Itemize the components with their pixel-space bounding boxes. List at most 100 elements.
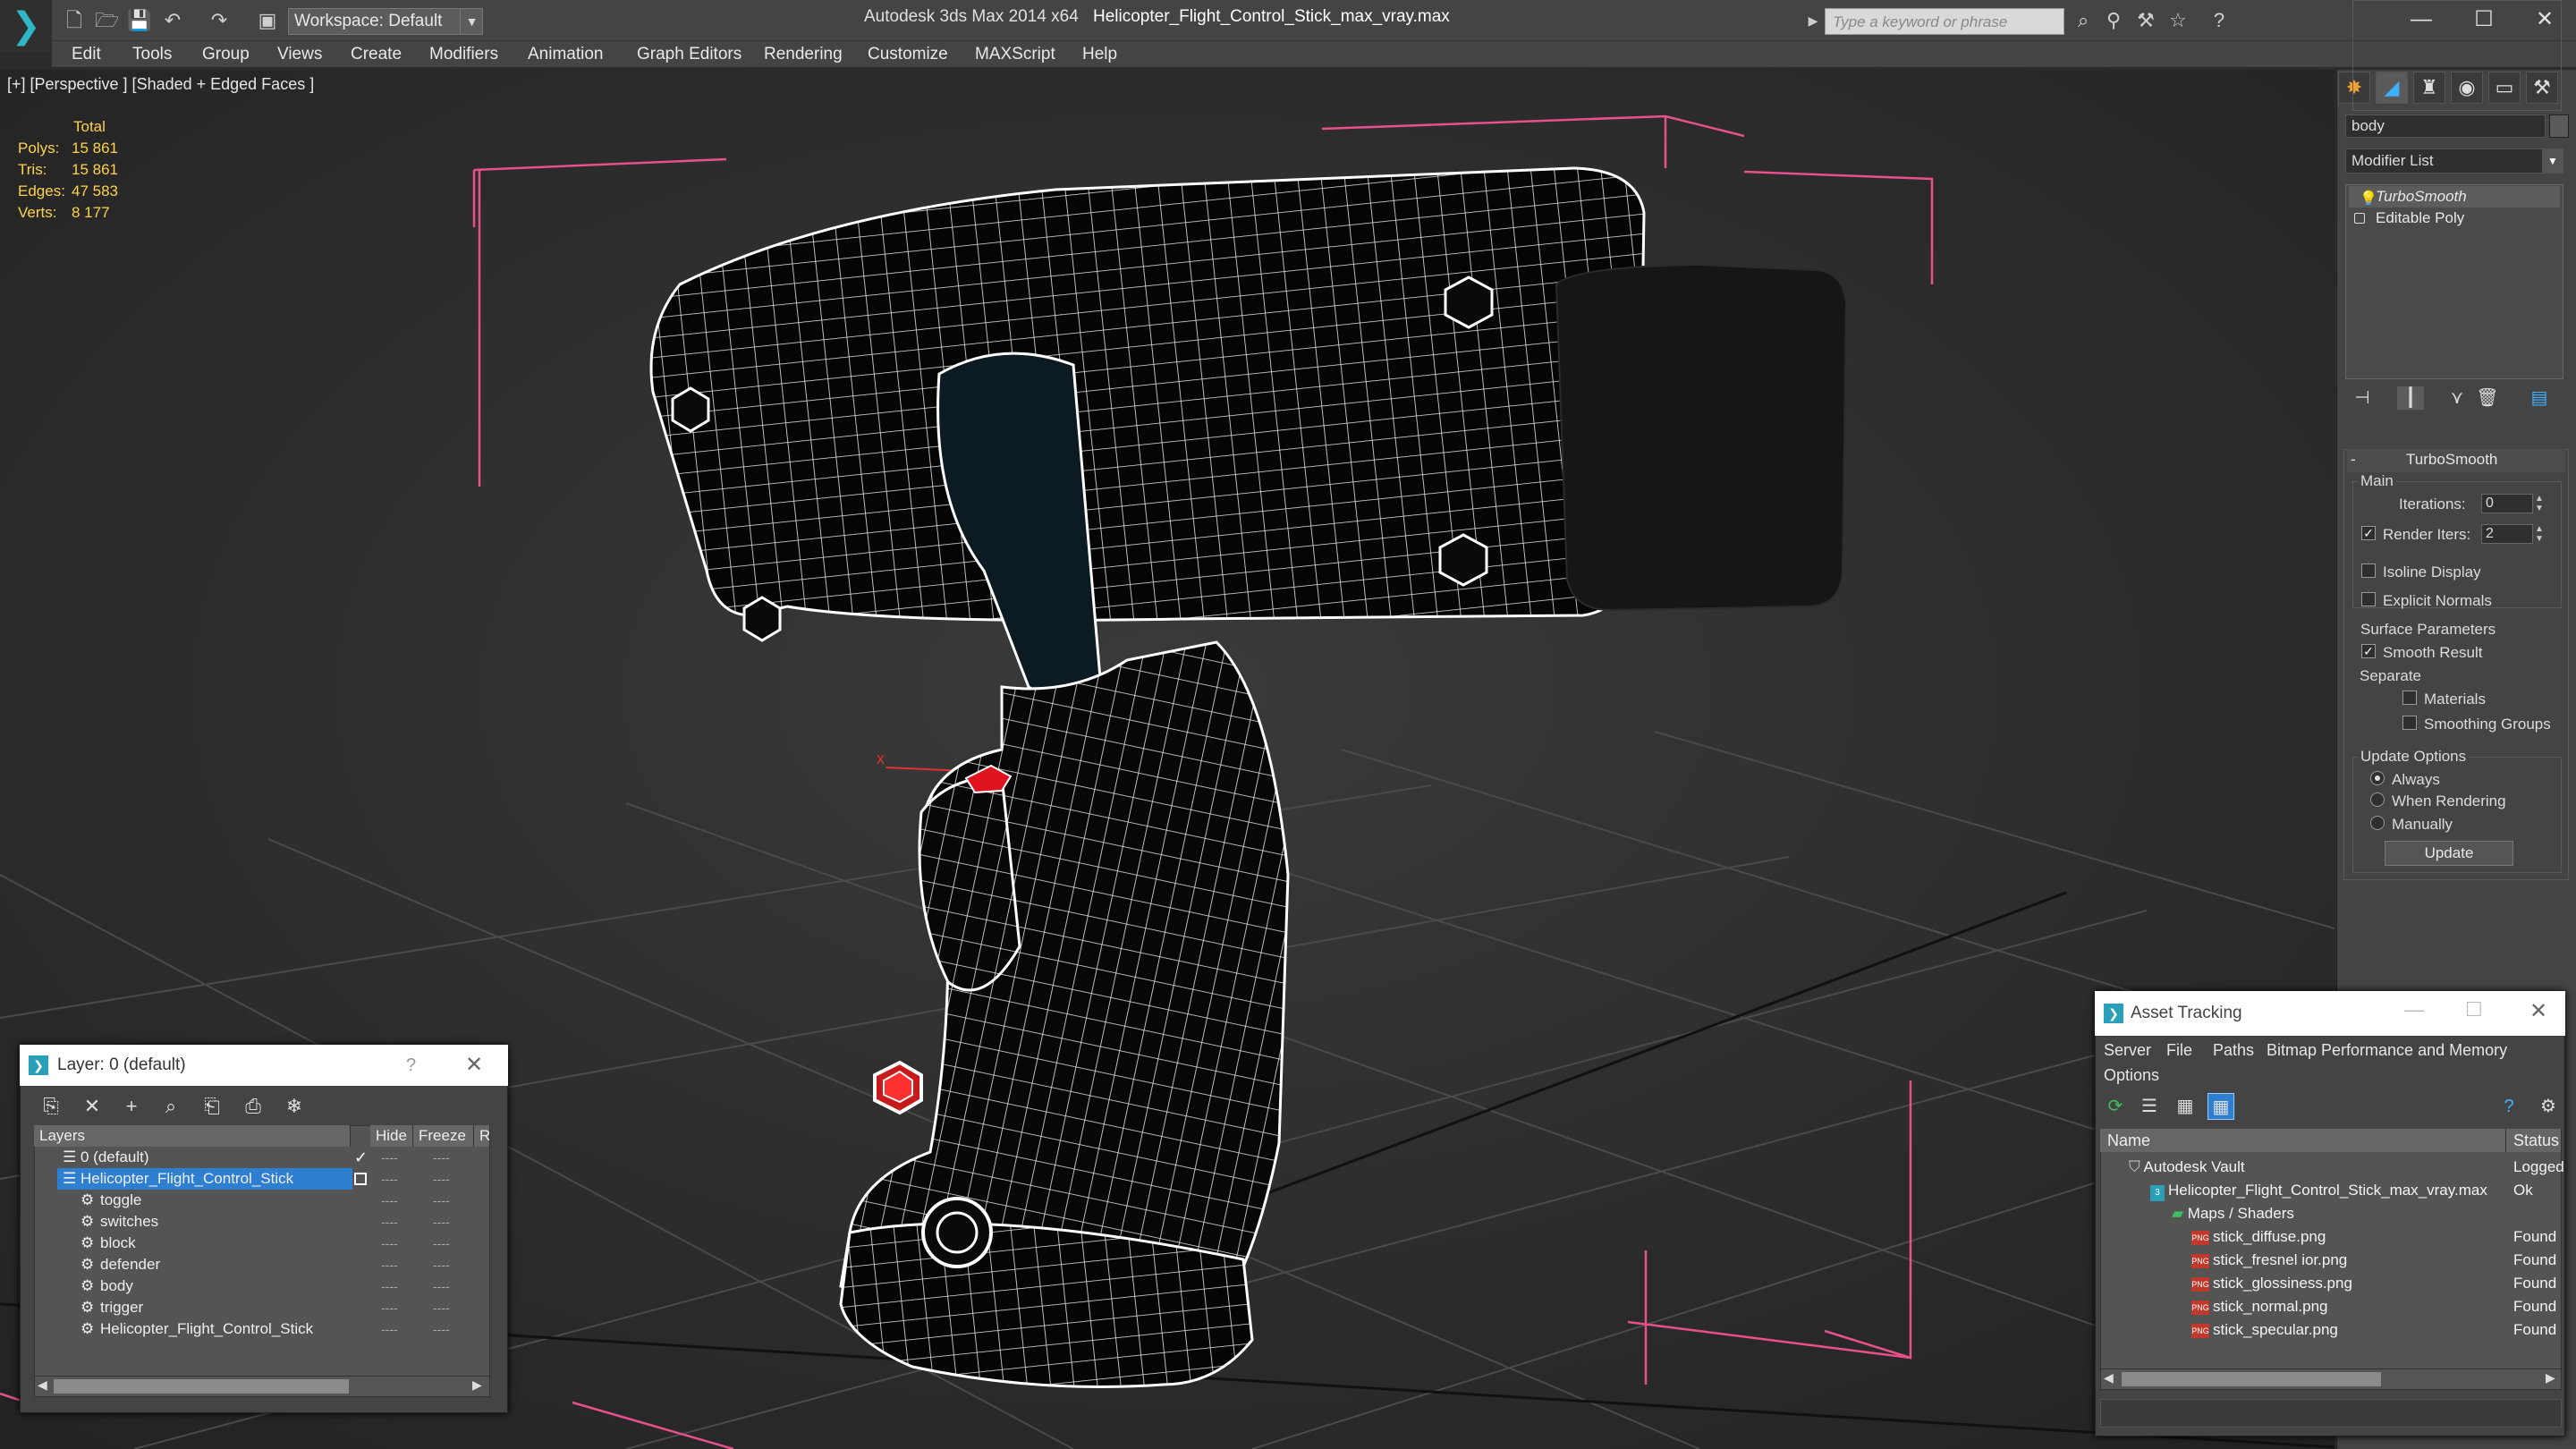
search-input[interactable]: Type a keyword or phrase	[1825, 8, 2064, 35]
col-name[interactable]: Name	[2100, 1129, 2506, 1152]
undo-icon[interactable]: ↶	[161, 9, 184, 32]
when-rendering-radio[interactable]	[2370, 792, 2385, 807]
col-layers[interactable]: Layers	[34, 1125, 351, 1147]
render-iters-checkbox[interactable]: ✓	[2361, 526, 2376, 540]
col-hide[interactable]: Hide	[370, 1125, 413, 1147]
menu-maxscript[interactable]: MAXScript	[975, 41, 1055, 68]
menu-graph-editors[interactable]: Graph Editors	[637, 41, 741, 68]
menu-help[interactable]: Help	[1082, 41, 1117, 68]
menu-rendering[interactable]: Rendering	[764, 41, 843, 68]
iterations-spinner[interactable]: 0	[2481, 494, 2533, 513]
configure-sets-icon[interactable]: ▤	[2526, 386, 2553, 410]
stack-item-turbosmooth[interactable]: TurboSmooth	[2349, 186, 2560, 208]
layer-row[interactable]: ⚙ defender ---- ----	[36, 1254, 488, 1275]
layer-row[interactable]: ⚙ toggle ---- ----	[36, 1190, 488, 1211]
save-icon[interactable]: 💾	[127, 9, 151, 32]
smoothing-groups-checkbox[interactable]	[2402, 716, 2417, 730]
workspace-dropdown-arrow[interactable]: ▼	[458, 8, 483, 35]
asset-menu-options[interactable]: Options	[2104, 1063, 2159, 1088]
rollout-collapse-icon[interactable]: -	[2351, 451, 2356, 469]
spinner-arrows-icon[interactable]: ▲ ▼	[2533, 524, 2546, 544]
scroll-right-icon[interactable]: ▶	[472, 1377, 482, 1393]
asset-menu-paths[interactable]: Paths	[2213, 1038, 2254, 1063]
menu-group[interactable]: Group	[202, 41, 250, 68]
refresh-icon[interactable]: ⟳	[2102, 1093, 2129, 1120]
highlight-layer-icon[interactable]: ⎗	[199, 1093, 225, 1120]
new-file-icon[interactable]: 🗋	[63, 9, 86, 32]
menu-customize[interactable]: Customize	[868, 41, 948, 68]
layer-row[interactable]: ☰ Helicopter_Flight_Control_Stick ---- -…	[36, 1168, 488, 1190]
list-item[interactable]: ⛉ Autodesk Vault	[2129, 1156, 2245, 1179]
isoline-display-checkbox[interactable]	[2361, 564, 2376, 578]
scroll-left-icon[interactable]: ◀	[38, 1377, 47, 1393]
asset-close-button[interactable]: ✕	[2529, 998, 2547, 1024]
col-render[interactable]: R	[474, 1125, 490, 1147]
menu-tools[interactable]: Tools	[132, 41, 172, 68]
search-expand-icon[interactable]: ▶	[1805, 9, 1821, 32]
list-item[interactable]: PNG stick_diffuse.png	[2191, 1225, 2326, 1249]
list-item[interactable]: ▰ Maps / Shaders	[2172, 1202, 2294, 1225]
materials-checkbox[interactable]	[2402, 691, 2417, 705]
list-item[interactable]: 3 Helicopter_Flight_Control_Stick_max_vra…	[2150, 1179, 2487, 1202]
workspace-dropdown[interactable]: Workspace: Default	[288, 8, 483, 35]
help-icon[interactable]: ?	[2207, 9, 2231, 32]
col-status[interactable]: Status	[2506, 1129, 2562, 1152]
asset-scroll-thumb[interactable]	[2122, 1372, 2381, 1386]
layer-dialog-title[interactable]: Layer: 0 (default)	[20, 1045, 508, 1086]
col-freeze[interactable]: Freeze	[413, 1125, 474, 1147]
table-view-icon[interactable]: ▦	[2172, 1093, 2199, 1120]
menu-animation[interactable]: Animation	[528, 41, 604, 68]
create-layer-icon[interactable]: ⎘	[38, 1093, 64, 1120]
expand-toggle-icon[interactable]	[2354, 213, 2365, 224]
grid-view-icon[interactable]: ▦	[2207, 1093, 2234, 1120]
select-objects-icon[interactable]: ⌕	[157, 1093, 184, 1120]
stack-item-editable-poly[interactable]: Editable Poly	[2349, 208, 2560, 229]
spinner-arrows-icon[interactable]: ▲ ▼	[2533, 494, 2546, 513]
menu-views[interactable]: Views	[277, 41, 322, 68]
always-radio[interactable]	[2370, 771, 2385, 785]
communication-center-icon[interactable]: ⚒	[2134, 9, 2157, 32]
modifier-list-dropdown[interactable]: Modifier List	[2345, 148, 2563, 174]
pin-stack-icon[interactable]: ⊣	[2349, 386, 2376, 410]
layer-row[interactable]: ⚙ block ---- ----	[36, 1233, 488, 1254]
asset-menu-file[interactable]: File	[2166, 1038, 2192, 1063]
object-name-field[interactable]: body	[2345, 114, 2546, 138]
menu-modifiers[interactable]: Modifiers	[429, 41, 498, 68]
viewport-label[interactable]: [+] [Perspective ] [Shaded + Edged Faces…	[7, 75, 314, 94]
manually-radio[interactable]	[2370, 816, 2385, 830]
delete-layer-icon[interactable]: ✕	[79, 1093, 106, 1120]
list-item[interactable]: PNG stick_glossiness.png	[2191, 1272, 2352, 1295]
explicit-normals-checkbox[interactable]	[2361, 592, 2376, 606]
menu-edit[interactable]: Edit	[72, 41, 101, 68]
smooth-result-checkbox[interactable]: ✓	[2361, 644, 2376, 658]
asset-menu-server[interactable]: Server	[2104, 1038, 2151, 1063]
list-item[interactable]: PNG stick_fresnel ior.png	[2191, 1249, 2347, 1272]
scroll-right-icon[interactable]: ▶	[2546, 1370, 2555, 1385]
object-color-swatch[interactable]	[2549, 114, 2569, 138]
list-item[interactable]: PNG stick_normal.png	[2191, 1295, 2328, 1318]
layer-row[interactable]: ⚙ trigger ---- ----	[36, 1297, 488, 1318]
layer-row[interactable]: ⚙ Helicopter_Flight_Control_Stick ---- -…	[36, 1318, 488, 1340]
current-layer-check-icon[interactable]: ✓	[354, 1147, 368, 1168]
hide-all-icon[interactable]: ⎙	[240, 1093, 267, 1120]
asset-settings-icon[interactable]: ⚙	[2535, 1093, 2562, 1120]
add-to-layer-icon[interactable]: +	[118, 1093, 145, 1120]
current-layer-box-icon[interactable]	[354, 1173, 367, 1185]
search-tools-icon[interactable]: ⚲	[2102, 9, 2125, 32]
list-item[interactable]: PNG stick_specular.png	[2191, 1318, 2338, 1342]
redo-icon[interactable]: ↷	[208, 9, 231, 32]
asset-maximize-button[interactable]: ☐	[2465, 998, 2483, 1021]
layer-row[interactable]: ☰ 0 (default) ✓ ---- ----	[36, 1147, 488, 1168]
freeze-all-icon[interactable]: ❄	[281, 1093, 308, 1120]
lightbulb-icon[interactable]: 💡	[2360, 190, 2377, 208]
asset-help-icon[interactable]: ?	[2496, 1093, 2522, 1120]
scroll-left-icon[interactable]: ◀	[2104, 1370, 2114, 1385]
update-button[interactable]: Update	[2385, 841, 2513, 866]
make-unique-icon[interactable]: ⋎	[2444, 386, 2470, 410]
layer-row[interactable]: ⚙ body ---- ----	[36, 1275, 488, 1297]
list-view-icon[interactable]: ☰	[2136, 1093, 2163, 1120]
layer-close-button[interactable]: ✕	[465, 1052, 483, 1078]
binoculars-icon[interactable]: ⌕	[2072, 9, 2095, 32]
render-iters-spinner[interactable]: 2	[2481, 524, 2533, 544]
project-folder-icon[interactable]: ▣	[256, 9, 279, 32]
